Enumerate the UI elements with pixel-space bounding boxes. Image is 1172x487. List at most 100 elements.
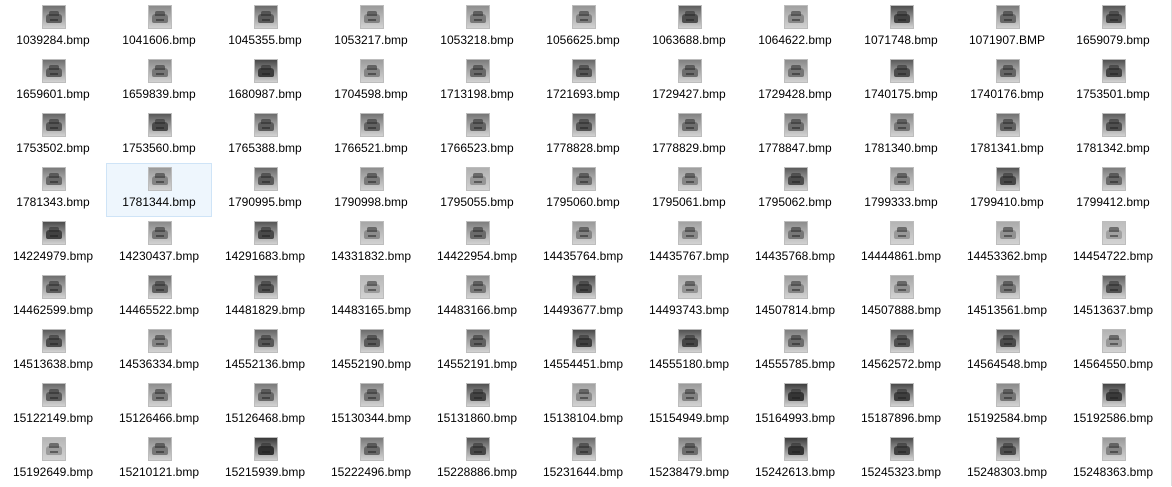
file-item[interactable]: 14513637.bmp (1060, 271, 1166, 325)
file-item[interactable]: 15164993.bmp (742, 379, 848, 433)
file-item[interactable]: 14552190.bmp (318, 325, 424, 379)
file-item[interactable]: 15215939.bmp (212, 433, 318, 487)
file-item[interactable]: 1704598.bmp (318, 55, 424, 109)
file-item[interactable]: 14224979.bmp (0, 217, 106, 271)
file-item[interactable]: 1721693.bmp (530, 55, 636, 109)
file-item[interactable]: 1753502.bmp (0, 109, 106, 163)
file-item[interactable]: 14230437.bmp (106, 217, 212, 271)
file-item[interactable]: 15245323.bmp (848, 433, 954, 487)
file-item[interactable]: 15210121.bmp (106, 433, 212, 487)
file-item[interactable]: 15222496.bmp (318, 433, 424, 487)
file-item[interactable]: 1041606.bmp (106, 1, 212, 55)
file-item[interactable]: 15242613.bmp (742, 433, 848, 487)
file-item[interactable]: 1766521.bmp (318, 109, 424, 163)
file-item[interactable]: 1795062.bmp (742, 163, 848, 217)
file-item[interactable]: 1729428.bmp (742, 55, 848, 109)
file-item[interactable]: 14331832.bmp (318, 217, 424, 271)
file-item[interactable]: 1713198.bmp (424, 55, 530, 109)
file-item[interactable]: 14435767.bmp (636, 217, 742, 271)
file-item[interactable]: 1753501.bmp (1060, 55, 1166, 109)
file-item[interactable]: 1053218.bmp (424, 1, 530, 55)
file-item[interactable]: 14552191.bmp (424, 325, 530, 379)
file-item[interactable]: 1753560.bmp (106, 109, 212, 163)
file-item[interactable]: 1781342.bmp (1060, 109, 1166, 163)
file-item[interactable]: 1790998.bmp (318, 163, 424, 217)
file-item[interactable]: 14291683.bmp (212, 217, 318, 271)
file-item[interactable]: 14513638.bmp (0, 325, 106, 379)
file-item[interactable]: 14454722.bmp (1060, 217, 1166, 271)
file-item[interactable]: 1781341.bmp (954, 109, 1060, 163)
file-item[interactable]: 14555180.bmp (636, 325, 742, 379)
file-item[interactable]: 1056625.bmp (530, 1, 636, 55)
file-item[interactable]: 1063688.bmp (636, 1, 742, 55)
file-item[interactable]: 14555785.bmp (742, 325, 848, 379)
file-item[interactable]: 14513561.bmp (954, 271, 1060, 325)
file-item[interactable]: 15126468.bmp (212, 379, 318, 433)
file-item[interactable]: 14562572.bmp (848, 325, 954, 379)
file-item[interactable]: 15192584.bmp (954, 379, 1060, 433)
file-item[interactable]: 1659079.bmp (1060, 1, 1166, 55)
file-item[interactable]: 15122149.bmp (0, 379, 106, 433)
file-item[interactable]: 15248363.bmp (1060, 433, 1166, 487)
file-item[interactable]: 14453362.bmp (954, 217, 1060, 271)
file-item[interactable]: 1659601.bmp (0, 55, 106, 109)
file-item[interactable]: 1071907.BMP (954, 1, 1060, 55)
file-item[interactable]: 1659839.bmp (106, 55, 212, 109)
file-item[interactable]: 15192586.bmp (1060, 379, 1166, 433)
file-item[interactable]: 14483166.bmp (424, 271, 530, 325)
file-item[interactable]: 1778847.bmp (742, 109, 848, 163)
file-item[interactable]: 1778828.bmp (530, 109, 636, 163)
file-item[interactable]: 1045355.bmp (212, 1, 318, 55)
file-item[interactable]: 14552136.bmp (212, 325, 318, 379)
file-item[interactable]: 1064622.bmp (742, 1, 848, 55)
file-item[interactable]: 1039284.bmp (0, 1, 106, 55)
file-item[interactable]: 1781343.bmp (0, 163, 106, 217)
file-item[interactable]: 14422954.bmp (424, 217, 530, 271)
file-name-label: 1781340.bmp (864, 141, 938, 155)
file-item[interactable]: 15228886.bmp (424, 433, 530, 487)
file-item[interactable]: 14493677.bmp (530, 271, 636, 325)
file-item[interactable]: 15131860.bmp (424, 379, 530, 433)
file-item[interactable]: 14465522.bmp (106, 271, 212, 325)
file-item[interactable]: 1795061.bmp (636, 163, 742, 217)
file-item[interactable]: 14481829.bmp (212, 271, 318, 325)
file-item[interactable]: 1781340.bmp (848, 109, 954, 163)
file-item[interactable]: 1740175.bmp (848, 55, 954, 109)
file-item[interactable]: 14564548.bmp (954, 325, 1060, 379)
file-item[interactable]: 14507814.bmp (742, 271, 848, 325)
file-item[interactable]: 1765388.bmp (212, 109, 318, 163)
file-item[interactable]: 15231644.bmp (530, 433, 636, 487)
file-item[interactable]: 15238479.bmp (636, 433, 742, 487)
file-item[interactable]: 1799412.bmp (1060, 163, 1166, 217)
file-item[interactable]: 1766523.bmp (424, 109, 530, 163)
file-item[interactable]: 14444861.bmp (848, 217, 954, 271)
file-item[interactable]: 1795060.bmp (530, 163, 636, 217)
file-item[interactable]: 14435764.bmp (530, 217, 636, 271)
file-item[interactable]: 15248303.bmp (954, 433, 1060, 487)
file-item[interactable]: 14493743.bmp (636, 271, 742, 325)
file-item[interactable]: 1778829.bmp (636, 109, 742, 163)
file-item[interactable]: 14536334.bmp (106, 325, 212, 379)
file-item[interactable]: 1729427.bmp (636, 55, 742, 109)
file-item[interactable]: 14483165.bmp (318, 271, 424, 325)
file-item[interactable]: 14435768.bmp (742, 217, 848, 271)
file-item[interactable]: 1680987.bmp (212, 55, 318, 109)
file-item[interactable]: 15138104.bmp (530, 379, 636, 433)
file-item[interactable]: 15192649.bmp (0, 433, 106, 487)
file-item[interactable]: 15187896.bmp (848, 379, 954, 433)
file-item[interactable]: 1790995.bmp (212, 163, 318, 217)
file-item[interactable]: 14554451.bmp (530, 325, 636, 379)
file-item[interactable]: 1071748.bmp (848, 1, 954, 55)
file-item[interactable]: 1799333.bmp (848, 163, 954, 217)
file-item[interactable]: 1795055.bmp (424, 163, 530, 217)
file-item[interactable]: 1053217.bmp (318, 1, 424, 55)
file-item[interactable]: 15126466.bmp (106, 379, 212, 433)
file-item[interactable]: 1799410.bmp (954, 163, 1060, 217)
file-item[interactable]: 14564550.bmp (1060, 325, 1166, 379)
file-item[interactable]: 15154949.bmp (636, 379, 742, 433)
file-item[interactable]: 1740176.bmp (954, 55, 1060, 109)
file-item[interactable]: 14507888.bmp (848, 271, 954, 325)
file-item[interactable]: 14462599.bmp (0, 271, 106, 325)
file-item[interactable]: 15130344.bmp (318, 379, 424, 433)
file-item[interactable]: 1781344.bmp (106, 163, 212, 217)
